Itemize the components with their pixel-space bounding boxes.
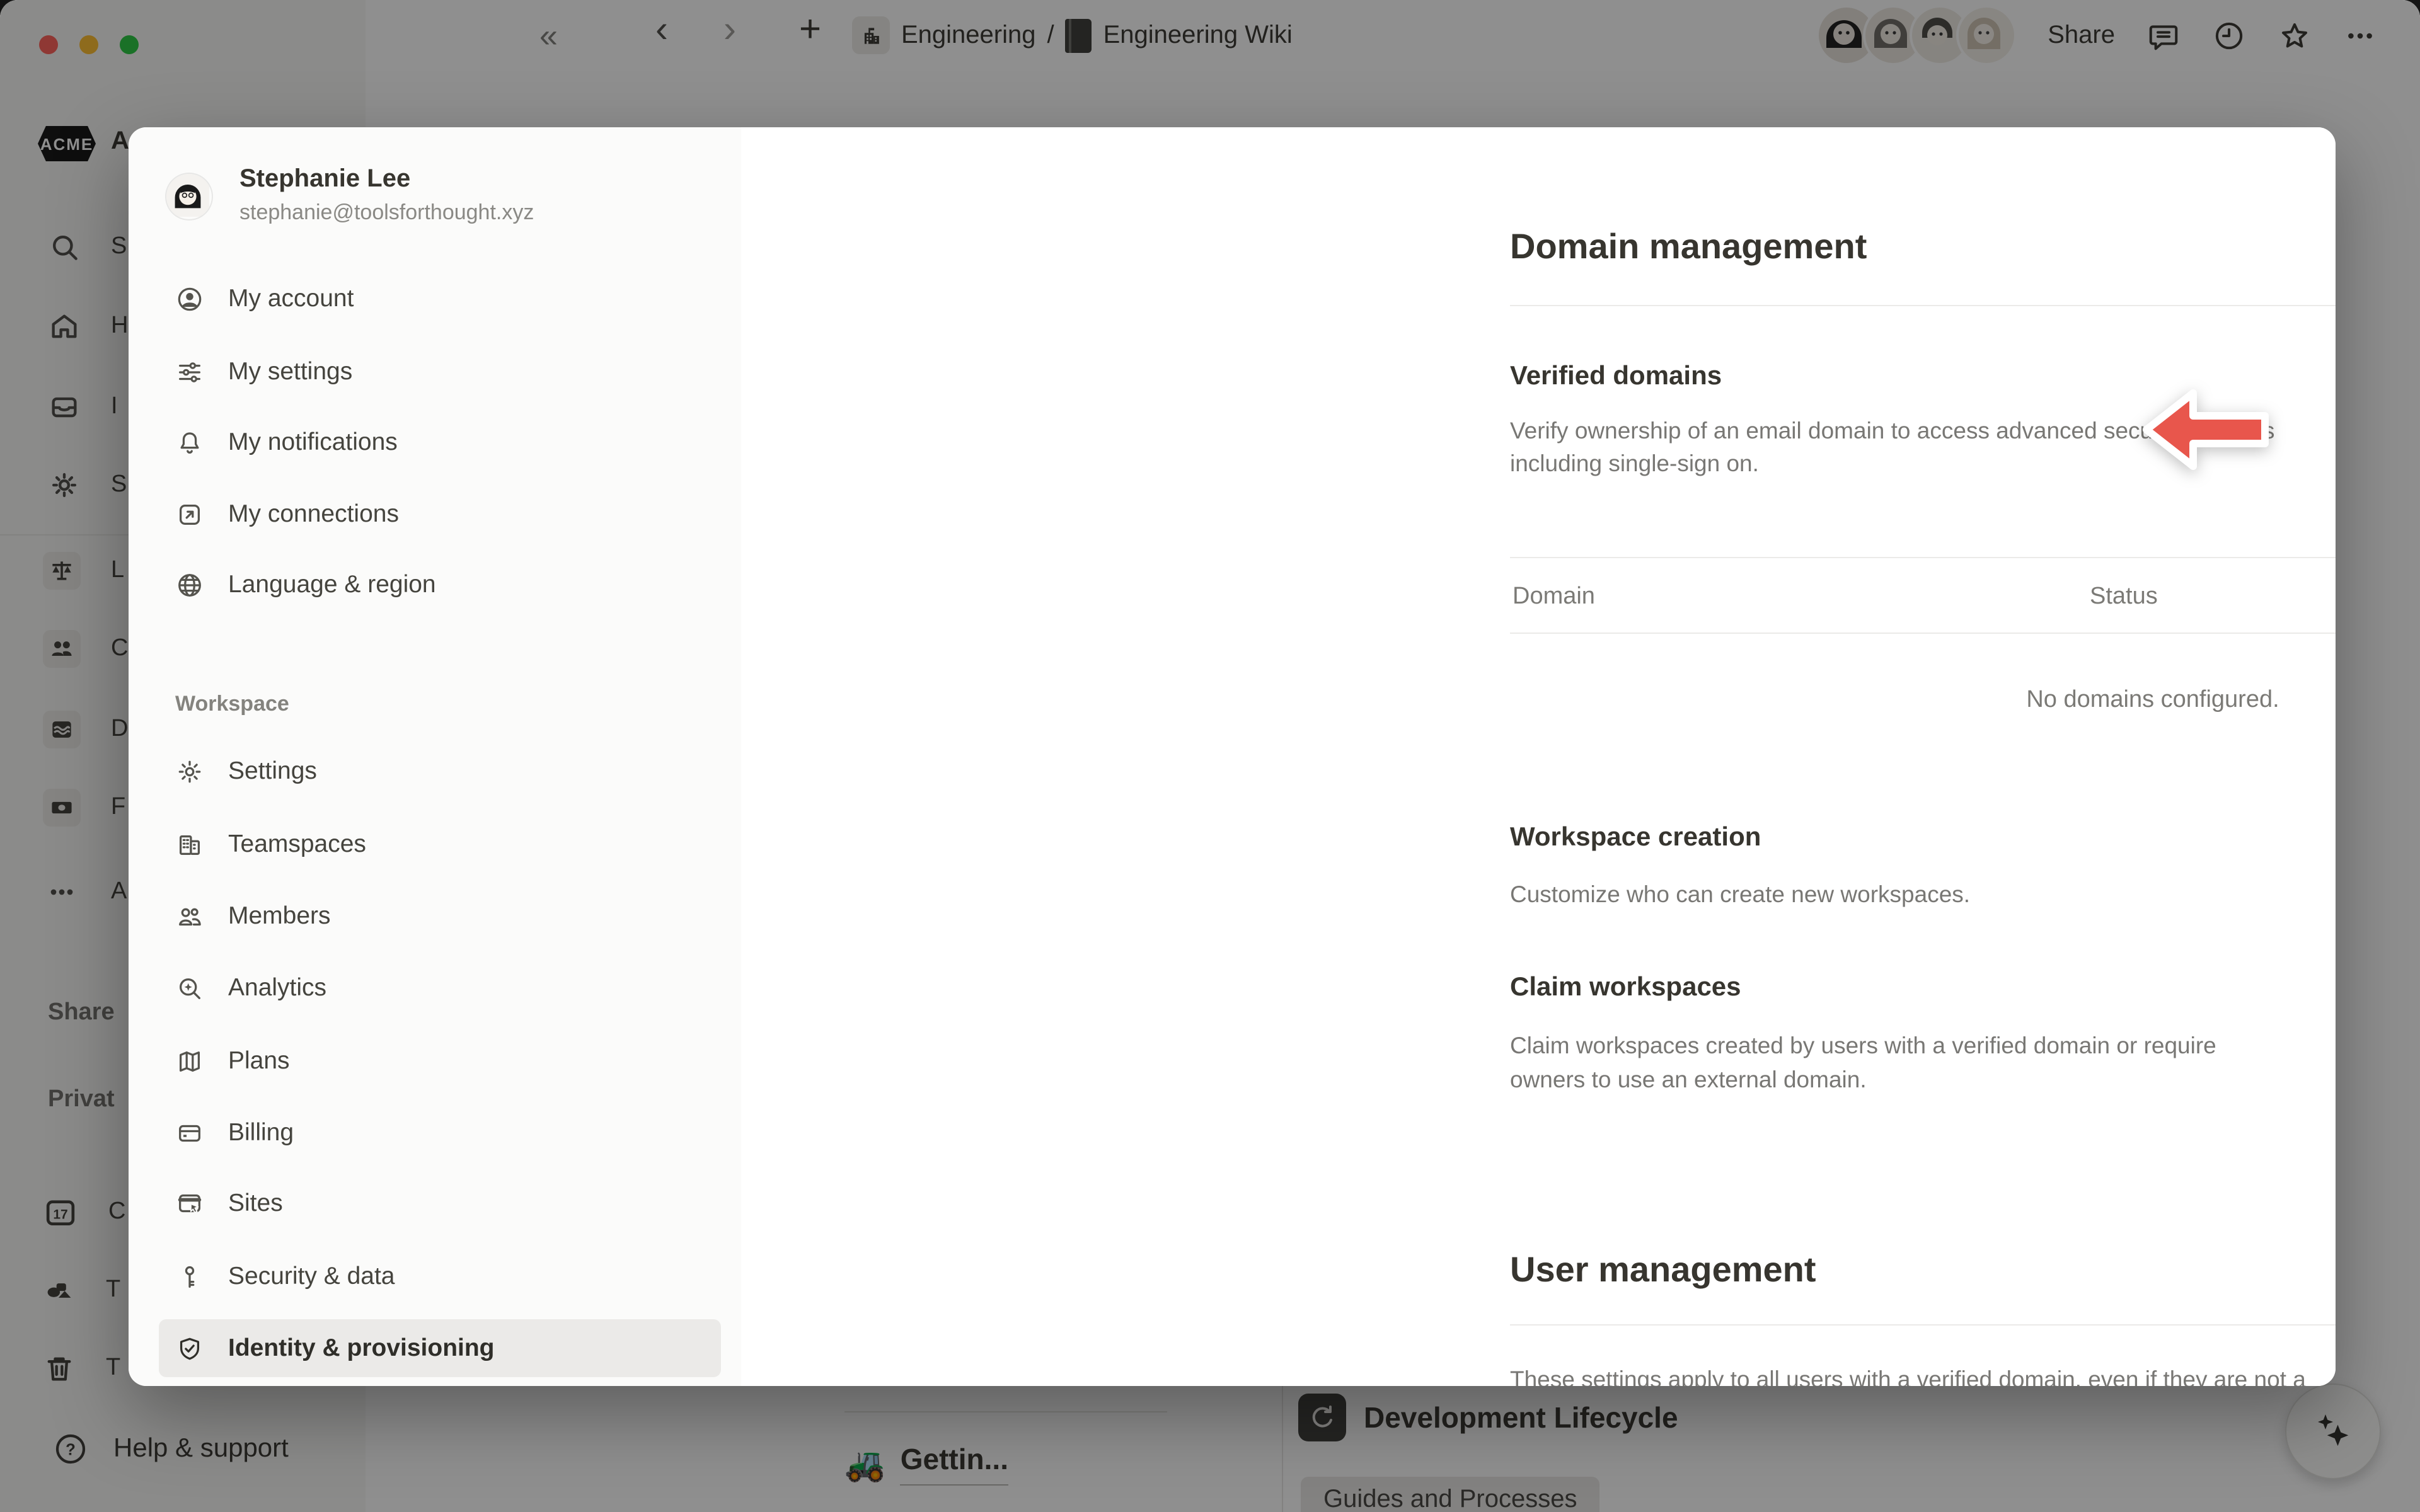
buildings-icon	[175, 830, 204, 859]
globe-icon	[175, 570, 204, 599]
puzzle-icon	[175, 1383, 204, 1386]
column-header-domain: Domain	[1512, 583, 1595, 611]
user-name: Stephanie Lee	[239, 165, 410, 194]
magnifier-sparkle-icon	[175, 973, 204, 1002]
user-management-heading: User management	[1510, 1250, 2336, 1290]
settings-sidebar: Stephanie Lee stephanie@toolsforthought.…	[129, 127, 741, 1386]
nav-connections-clipped[interactable]: Connections	[159, 1368, 721, 1386]
arrow-up-right-square-icon	[175, 500, 204, 529]
user-avatar	[166, 174, 212, 219]
nav-plans[interactable]: Plans	[159, 1032, 721, 1090]
divider	[1510, 1324, 2336, 1326]
nav-label: Language & region	[228, 570, 436, 599]
sliders-icon	[175, 357, 204, 386]
nav-label: Security & data	[228, 1262, 395, 1291]
column-header-status: Status	[2090, 583, 2158, 611]
nav-label: My account	[228, 284, 354, 313]
nav-label: Connections	[228, 1383, 365, 1386]
nav-label: My connections	[228, 500, 399, 529]
nav-label: Members	[228, 902, 331, 931]
key-icon	[175, 1262, 204, 1291]
nav-label: Settings	[228, 757, 317, 786]
nav-settings[interactable]: Settings	[159, 742, 721, 800]
pointer-arrow	[2140, 383, 2271, 476]
credit-card-icon	[175, 1118, 204, 1147]
user-management-description-clipped: These settings apply to all users with a…	[1510, 1363, 2336, 1386]
nav-label: My notifications	[228, 428, 398, 457]
nav-members[interactable]: Members	[159, 887, 721, 945]
nav-security-data[interactable]: Security & data	[159, 1247, 721, 1305]
nav-teamspaces[interactable]: Teamspaces	[159, 815, 721, 873]
person-circle-icon	[175, 284, 204, 313]
nav-sites[interactable]: Sites	[159, 1174, 721, 1232]
workspace-creation-heading: Workspace creation	[1510, 823, 2336, 853]
nav-my-notifications[interactable]: My notifications	[159, 413, 721, 471]
table-header-border	[1510, 633, 2336, 634]
bell-icon	[175, 428, 204, 457]
page-title: Domain management	[1510, 227, 2336, 267]
nav-label: Billing	[228, 1118, 294, 1147]
nav-label: Identity & provisioning	[228, 1334, 495, 1363]
claim-workspaces-heading: Claim workspaces	[1510, 973, 2336, 1003]
nav-my-settings[interactable]: My settings	[159, 343, 721, 401]
nav-label: Teamspaces	[228, 830, 366, 859]
nav-label: My settings	[228, 357, 352, 386]
map-icon	[175, 1046, 204, 1075]
table-top-border	[1510, 557, 2336, 558]
shield-check-icon	[175, 1334, 204, 1363]
nav-label: Plans	[228, 1046, 290, 1075]
gear-icon	[175, 757, 204, 786]
notion-window: ACME A S H I S L C D	[0, 0, 2420, 1512]
settings-modal: Stephanie Lee stephanie@toolsforthought.…	[129, 127, 2336, 1386]
nav-label: Analytics	[228, 973, 326, 1002]
user-email: stephanie@toolsforthought.xyz	[239, 200, 534, 226]
claim-workspaces-description: Claim workspaces created by users with a…	[1510, 1028, 2247, 1096]
divider	[1510, 305, 2336, 306]
members-icon	[175, 902, 204, 931]
nav-language-region[interactable]: Language & region	[159, 556, 721, 614]
nav-my-account[interactable]: My account	[159, 270, 721, 328]
nav-billing[interactable]: Billing	[159, 1104, 721, 1162]
nav-analytics[interactable]: Analytics	[159, 959, 721, 1017]
nav-label: Sites	[228, 1189, 283, 1218]
nav-my-connections[interactable]: My connections	[159, 485, 721, 543]
table-empty-state: No domains configured.	[1510, 687, 2336, 714]
workspace-section-label: Workspace	[175, 692, 289, 717]
browser-cursor-icon	[175, 1189, 204, 1218]
settings-content: Domain management Verified domains Verif…	[741, 127, 2336, 1386]
